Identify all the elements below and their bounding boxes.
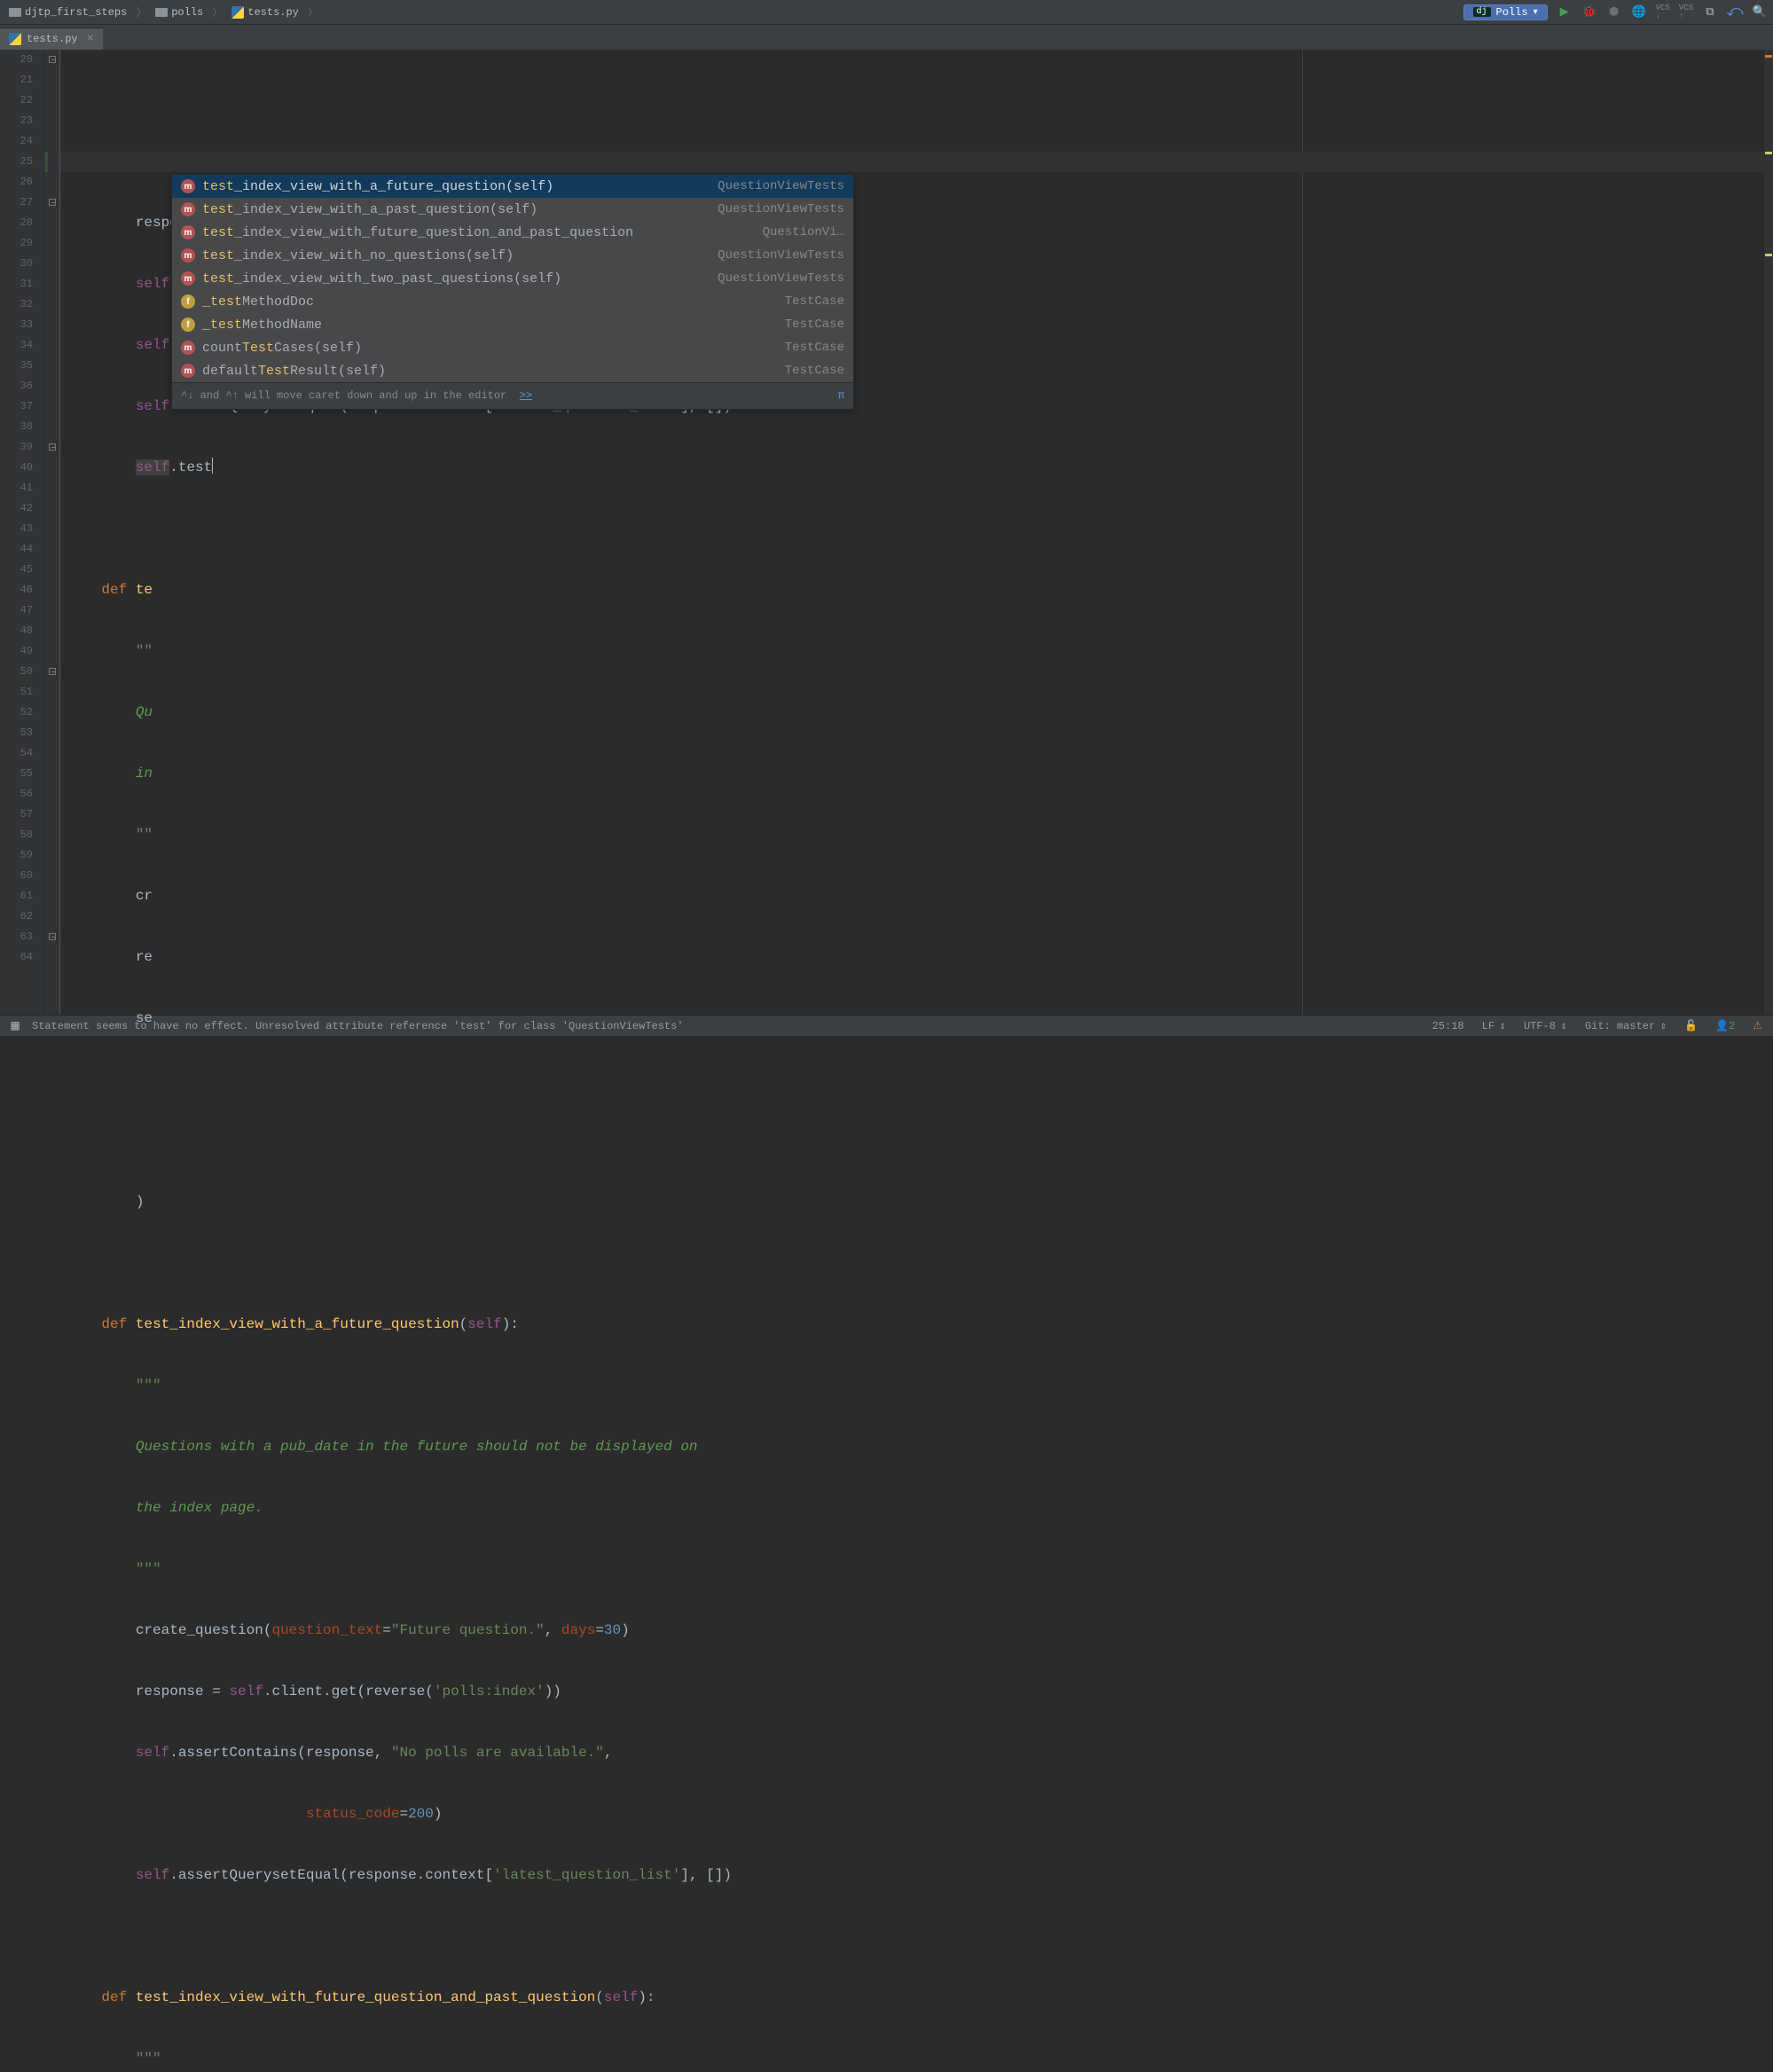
- breadcrumb-file[interactable]: tests.py: [228, 4, 302, 20]
- completion-item[interactable]: m test_index_view_with_two_past_questions…: [172, 267, 853, 290]
- completion-kind-icon: m: [181, 364, 195, 378]
- search-everywhere-button[interactable]: 🔍: [1752, 4, 1768, 20]
- back-button[interactable]: ⤺: [1727, 4, 1743, 20]
- completion-kind-icon: m: [181, 248, 195, 263]
- completion-label: _testMethodName: [202, 315, 322, 335]
- completion-kind-icon: f: [181, 294, 195, 309]
- code-editor[interactable]: """ response = self.client.get(reverse('…: [60, 50, 1773, 1015]
- fold-toggle-icon[interactable]: [49, 933, 56, 940]
- tool-window-toggle-icon[interactable]: ▦: [7, 1018, 23, 1034]
- completion-kind-icon: m: [181, 179, 195, 193]
- line-number-gutter[interactable]: 2021222324252627282930313233343536373839…: [0, 50, 44, 1015]
- completion-item[interactable]: f _testMethodDoc TestCase: [172, 290, 853, 313]
- completion-source: QuestionViewTests: [718, 246, 844, 266]
- completion-item[interactable]: m test_index_view_with_a_future_question(…: [172, 175, 853, 198]
- completion-label: test_index_view_with_two_past_questions(…: [202, 269, 561, 289]
- breadcrumb-folder-label: polls: [171, 6, 203, 19]
- warning-marker-icon[interactable]: [1765, 254, 1772, 256]
- run-with-coverage-button[interactable]: ⬢: [1606, 4, 1622, 20]
- vcs-update-button[interactable]: VCS↓: [1656, 4, 1670, 20]
- completion-source: QuestionVi…: [763, 223, 844, 243]
- breadcrumb-file-label: tests.py: [247, 6, 299, 19]
- chevron-right-icon: 〉: [136, 4, 146, 20]
- completion-source: TestCase: [785, 338, 844, 358]
- fold-toggle-icon[interactable]: [49, 199, 56, 206]
- chevron-right-icon: 〉: [212, 4, 223, 20]
- completion-label: test_index_view_with_no_questions(self): [202, 246, 514, 266]
- restore-layout-button[interactable]: ⧉: [1702, 4, 1718, 20]
- vcs-commit-button[interactable]: VCS↑: [1679, 4, 1693, 20]
- completion-source: TestCase: [785, 292, 844, 312]
- run-button[interactable]: ▶: [1557, 4, 1573, 20]
- pi-icon: π: [838, 386, 844, 406]
- code-completion-popup[interactable]: m test_index_view_with_a_future_question(…: [171, 174, 854, 410]
- tab-label: tests.py: [27, 33, 78, 45]
- completion-label: defaultTestResult(self): [202, 361, 386, 381]
- completion-item[interactable]: m test_index_view_with_a_past_question(se…: [172, 198, 853, 221]
- completion-source: QuestionViewTests: [718, 269, 844, 289]
- django-badge-icon: dj: [1473, 7, 1491, 17]
- completion-item[interactable]: m defaultTestResult(self) TestCase: [172, 359, 853, 382]
- current-line-highlight: [60, 152, 1773, 172]
- right-margin-guide: [1302, 50, 1303, 1015]
- completion-kind-icon: m: [181, 341, 195, 355]
- completion-more-link[interactable]: >>: [520, 389, 532, 402]
- editor-area: 2021222324252627282930313233343536373839…: [0, 50, 1773, 1015]
- editor-scrollbar[interactable]: [1764, 50, 1773, 1015]
- run-configuration-selector[interactable]: dj Polls ▾: [1463, 4, 1548, 20]
- breadcrumb-folder[interactable]: polls: [152, 4, 207, 20]
- completion-label: countTestCases(self): [202, 338, 362, 358]
- editor-tab-bar: tests.py ×: [0, 25, 1773, 50]
- completion-item[interactable]: m countTestCases(self) TestCase: [172, 336, 853, 359]
- folder-icon: [155, 6, 168, 19]
- completion-kind-icon: m: [181, 271, 195, 286]
- breadcrumb-root[interactable]: djtp_first_steps: [5, 4, 130, 20]
- completion-label: test_index_view_with_a_future_question(s…: [202, 177, 553, 197]
- completion-item[interactable]: f _testMethodName TestCase: [172, 313, 853, 336]
- completion-footer: ^↓ and ^↑ will move caret down and up in…: [172, 382, 853, 409]
- debug-button[interactable]: 🐞: [1581, 4, 1597, 20]
- fold-gutter[interactable]: [44, 50, 60, 1015]
- completion-kind-icon: m: [181, 202, 195, 216]
- breadcrumb-root-label: djtp_first_steps: [25, 6, 127, 19]
- completion-item[interactable]: m test_index_view_with_no_questions(self)…: [172, 244, 853, 267]
- completion-label: test_index_view_with_a_past_question(sel…: [202, 200, 537, 220]
- chevron-right-icon: 〉: [308, 4, 318, 20]
- vcs-change-marker: [44, 152, 48, 172]
- python-file-icon: [9, 33, 21, 45]
- python-file-icon: [231, 6, 244, 19]
- completion-label: test_index_view_with_future_question_and…: [202, 223, 633, 243]
- completion-source: TestCase: [785, 361, 844, 381]
- fold-toggle-icon[interactable]: [49, 443, 56, 451]
- completion-source: TestCase: [785, 315, 844, 335]
- completion-hint: ^↓ and ^↑ will move caret down and up in…: [181, 389, 506, 402]
- warning-marker-icon[interactable]: [1765, 55, 1772, 58]
- completion-kind-icon: m: [181, 225, 195, 239]
- completion-source: QuestionViewTests: [718, 200, 844, 220]
- run-config-name: Polls: [1496, 6, 1528, 19]
- fold-toggle-icon[interactable]: [49, 668, 56, 675]
- completion-label: _testMethodDoc: [202, 292, 314, 312]
- top-navigation-bar: djtp_first_steps 〉 polls 〉 tests.py 〉 dj…: [0, 0, 1773, 25]
- completion-item[interactable]: m test_index_view_with_future_question_an…: [172, 221, 853, 244]
- dropdown-caret-icon: ▾: [1534, 7, 1538, 18]
- toolbar-actions: dj Polls ▾ ▶ 🐞 ⬢ 🌐 VCS↓ VCS↑ ⧉ ⤺ 🔍: [1463, 4, 1768, 20]
- breadcrumb: djtp_first_steps 〉 polls 〉 tests.py 〉: [5, 4, 320, 20]
- folder-icon: [9, 6, 21, 19]
- warning-marker-icon[interactable]: [1765, 152, 1772, 154]
- fold-toggle-icon[interactable]: [49, 56, 56, 63]
- completion-source: QuestionViewTests: [718, 177, 844, 197]
- close-tab-icon[interactable]: ×: [87, 32, 94, 46]
- file-tab-tests[interactable]: tests.py ×: [0, 27, 103, 50]
- completion-kind-icon: f: [181, 318, 195, 332]
- text-caret: [212, 458, 213, 474]
- browser-button[interactable]: 🌐: [1631, 4, 1647, 20]
